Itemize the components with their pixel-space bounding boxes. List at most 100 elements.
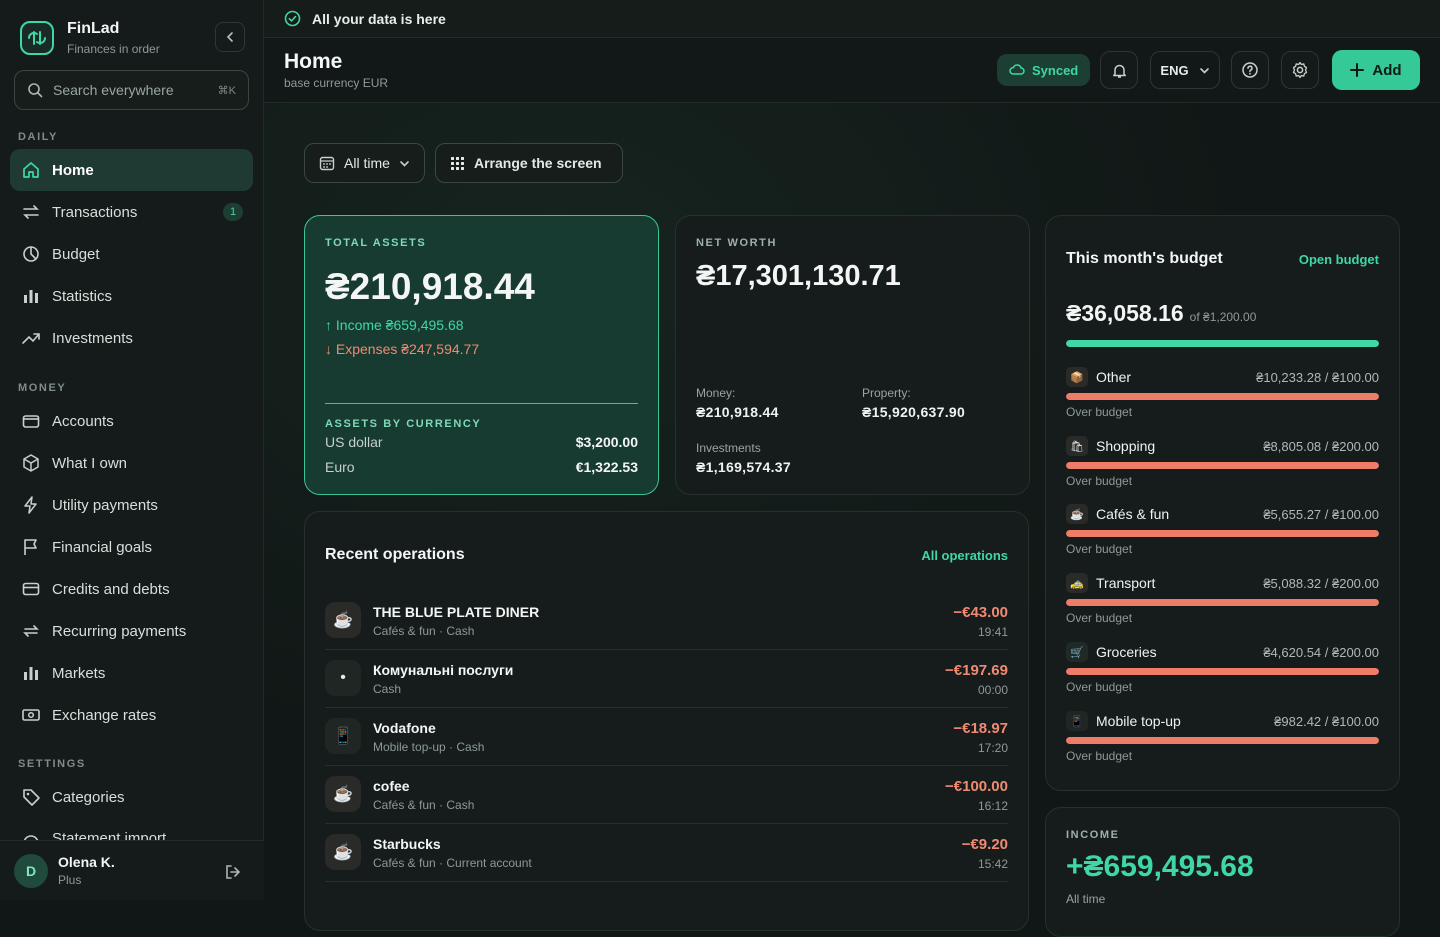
category-value: ₴8,805.08 / ₴200.00 bbox=[1263, 439, 1379, 454]
repeat-icon bbox=[20, 620, 42, 642]
income-amount: +₴659,495.68 bbox=[1066, 850, 1254, 883]
home-icon bbox=[20, 159, 42, 181]
sidebar-item-label: What I own bbox=[52, 454, 128, 472]
operation-row[interactable]: ☕ Starbucks Cafés & fun · Current accoun… bbox=[325, 824, 1008, 882]
add-button[interactable]: Add bbox=[1332, 50, 1420, 90]
all-operations-link[interactable]: All operations bbox=[921, 548, 1008, 563]
sidebar-item-home[interactable]: Home bbox=[10, 149, 253, 191]
budget-category[interactable]: 📦 Other ₴10,233.28 / ₴100.00 Over budget bbox=[1066, 367, 1379, 436]
category-status: Over budget bbox=[1066, 680, 1133, 694]
shopping-icon: 🛍 bbox=[1066, 436, 1088, 456]
category-name: Shopping bbox=[1096, 438, 1156, 454]
total-assets-card[interactable]: TOTAL ASSETS ₴210,918.44 ↑ Income ₴659,4… bbox=[304, 215, 659, 495]
operation-row[interactable]: ☕ THE BLUE PLATE DINER Cafés & fun · Cas… bbox=[325, 592, 1008, 650]
operation-amount: −€43.00 bbox=[953, 604, 1008, 621]
category-progress-fill bbox=[1066, 530, 1379, 537]
calendar-icon bbox=[319, 156, 335, 171]
property-value: ₴15,920,637.90 bbox=[862, 404, 966, 420]
sidebar-item-transactions[interactable]: Transactions 1 bbox=[10, 191, 253, 233]
budget-progress-bar bbox=[1066, 340, 1379, 347]
budget-category[interactable]: 🛍 Shopping ₴8,805.08 / ₴200.00 Over budg… bbox=[1066, 436, 1379, 505]
sidebar-item-label: Categories bbox=[52, 788, 125, 806]
sidebar-item-label: Accounts bbox=[52, 412, 114, 430]
brand-name: FinLad bbox=[67, 20, 120, 37]
total-assets-label: TOTAL ASSETS bbox=[325, 237, 427, 249]
sidebar-item-investments[interactable]: Investments bbox=[10, 317, 253, 359]
help-icon bbox=[1242, 62, 1258, 78]
brand[interactable]: FinLad Finances in order bbox=[20, 20, 160, 56]
sidebar-item-exchange-rates[interactable]: Exchange rates bbox=[10, 694, 253, 736]
operation-name: cofee bbox=[373, 778, 410, 794]
operation-amount: −€18.97 bbox=[953, 720, 1008, 737]
expenses-summary: ↓ Expenses ₴247,594.77 bbox=[325, 341, 480, 357]
budget-category[interactable]: 📱 Mobile top-up ₴982.42 / ₴100.00 Over b… bbox=[1066, 711, 1379, 780]
logout-icon[interactable] bbox=[224, 863, 242, 886]
sidebar-item-markets[interactable]: Markets bbox=[10, 652, 253, 694]
income-summary: ↑ Income ₴659,495.68 bbox=[325, 317, 464, 333]
synced-label: Synced bbox=[1032, 62, 1079, 78]
operation-row[interactable]: • Комунальні послуги Cash −€197.69 00:00 bbox=[325, 650, 1008, 708]
operation-name: Vodafone bbox=[373, 720, 436, 736]
category-progress-bar bbox=[1066, 737, 1379, 744]
help-button[interactable] bbox=[1231, 51, 1269, 89]
collapse-sidebar-button[interactable] bbox=[215, 22, 245, 52]
net-worth-card[interactable]: NET WORTH ₴17,301,130.71 Money: ₴210,918… bbox=[675, 215, 1030, 495]
trend-up-icon bbox=[20, 327, 42, 349]
cart-icon: 🛒 bbox=[1066, 642, 1088, 662]
investments-label: Investments bbox=[696, 441, 761, 455]
category-progress-fill bbox=[1066, 668, 1379, 675]
bolt-icon bbox=[20, 494, 42, 516]
add-label: Add bbox=[1372, 61, 1402, 79]
synced-badge[interactable]: Synced bbox=[997, 54, 1091, 86]
sidebar-item-label: Statement import bbox=[52, 830, 167, 840]
operation-time: 15:42 bbox=[977, 857, 1008, 871]
info-banner: All your data is here bbox=[264, 0, 1440, 38]
budget-category[interactable]: 🚕 Transport ₴5,088.32 / ₴200.00 Over bud… bbox=[1066, 573, 1379, 642]
language-select[interactable]: ENG bbox=[1150, 51, 1220, 89]
category-status: Over budget bbox=[1066, 749, 1133, 763]
sidebar-item-credits-and-debts[interactable]: Credits and debts bbox=[10, 568, 253, 610]
sidebar-item-what-i-own[interactable]: What I own bbox=[10, 442, 253, 484]
investments-value: ₴1,169,574.37 bbox=[696, 459, 791, 475]
flag-icon bbox=[20, 536, 42, 558]
notifications-button[interactable] bbox=[1100, 51, 1138, 89]
sidebar-item-statistics[interactable]: Statistics bbox=[10, 275, 253, 317]
budget-category[interactable]: ☕ Cafés & fun ₴5,655.27 / ₴100.00 Over b… bbox=[1066, 504, 1379, 573]
sidebar-item-statement-import[interactable]: Statement import bbox=[10, 818, 253, 840]
arrange-screen-button[interactable]: Arrange the screen bbox=[435, 143, 623, 183]
net-worth-amount: ₴17,301,130.71 bbox=[696, 260, 901, 292]
budget-category[interactable]: 🛒 Groceries ₴4,620.54 / ₴200.00 Over bud… bbox=[1066, 642, 1379, 711]
operation-category: Cash bbox=[373, 682, 402, 696]
income-card[interactable]: INCOME +₴659,495.68 All time bbox=[1045, 807, 1400, 937]
budget-title: This month's budget bbox=[1066, 250, 1223, 267]
category-progress-fill bbox=[1066, 737, 1379, 744]
category-name: Mobile top-up bbox=[1096, 713, 1181, 729]
sidebar-item-recurring-payments[interactable]: Recurring payments bbox=[10, 610, 253, 652]
transactions-badge: 1 bbox=[223, 203, 243, 221]
category-progress-bar bbox=[1066, 393, 1379, 400]
cafe-icon: ☕ bbox=[325, 776, 361, 812]
sidebar-item-accounts[interactable]: Accounts bbox=[10, 400, 253, 442]
currency-value: $3,200.00 bbox=[575, 434, 638, 450]
language-value: ENG bbox=[1160, 62, 1189, 78]
search-input[interactable]: Search everywhere ⌘K bbox=[14, 70, 249, 110]
settings-button[interactable] bbox=[1281, 51, 1319, 89]
user-profile[interactable]: D Olena K. Plus bbox=[0, 840, 264, 900]
currency-row: Euro €1,322.53 bbox=[325, 459, 638, 475]
period-select[interactable]: All time bbox=[304, 143, 425, 183]
category-progress-bar bbox=[1066, 599, 1379, 606]
sidebar-item-budget[interactable]: Budget bbox=[10, 233, 253, 275]
category-name: Cafés & fun bbox=[1096, 506, 1170, 522]
sidebar-item-categories[interactable]: Categories bbox=[10, 776, 253, 818]
sidebar-item-utility-payments[interactable]: Utility payments bbox=[10, 484, 253, 526]
open-budget-link[interactable]: Open budget bbox=[1299, 252, 1379, 267]
operation-row[interactable]: 📱 Vodafone Mobile top-up · Cash −€18.97 … bbox=[325, 708, 1008, 766]
money-label: Money: bbox=[696, 386, 736, 400]
sidebar-item-financial-goals[interactable]: Financial goals bbox=[10, 526, 253, 568]
operation-row[interactable]: ☕ cofee Cafés & fun · Cash −€100.00 16:1… bbox=[325, 766, 1008, 824]
check-circle-icon bbox=[284, 10, 301, 27]
logo-icon bbox=[20, 21, 54, 55]
brand-tagline: Finances in order bbox=[67, 42, 160, 56]
income-period: All time bbox=[1066, 892, 1106, 906]
category-status: Over budget bbox=[1066, 474, 1133, 488]
